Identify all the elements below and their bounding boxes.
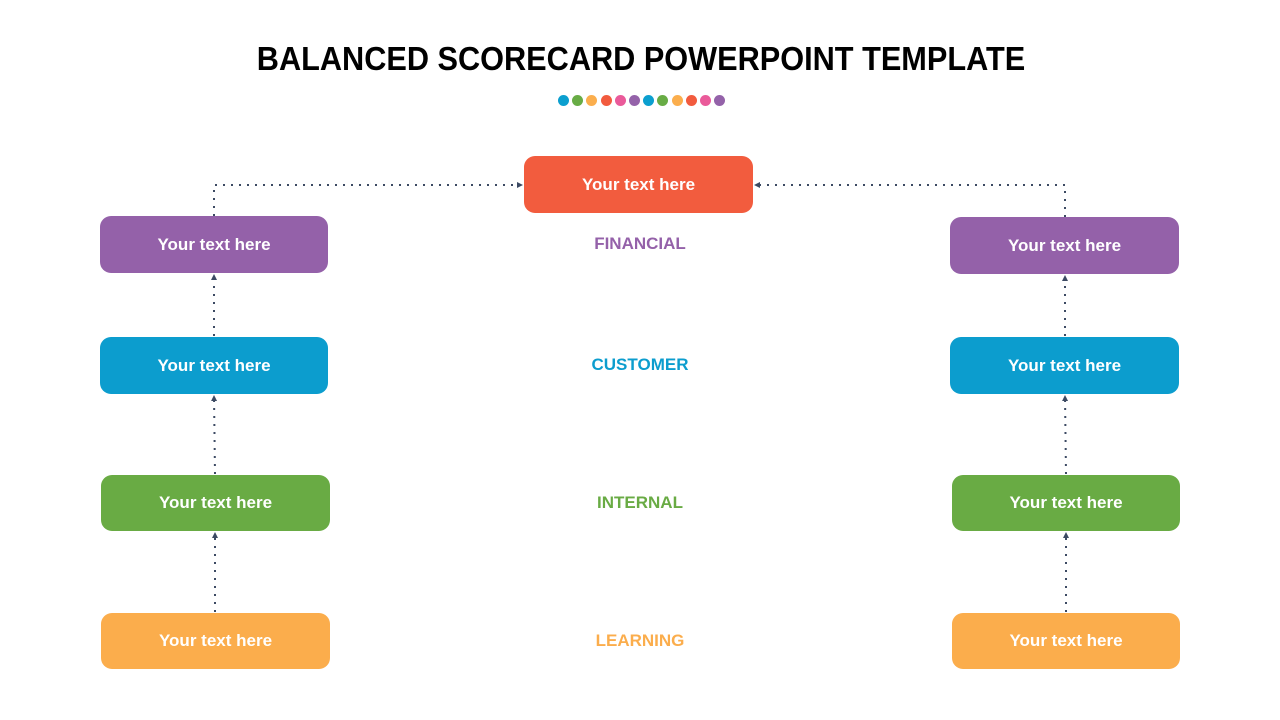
decorative-dot [600,95,612,106]
customer-right-box[interactable]: Your text here [950,337,1179,394]
decorative-dot [714,95,726,106]
decorative-dot [586,95,598,106]
decorative-dot [614,95,626,106]
internal-left-box[interactable]: Your text here [101,475,330,531]
customer-left-box[interactable]: Your text here [100,337,328,394]
decorative-dot [572,95,584,106]
decorative-dot [628,95,640,106]
decorative-dot [643,95,655,106]
top-box[interactable]: Your text here [524,156,753,213]
learning-right-box[interactable]: Your text here [952,613,1180,669]
financial-right-box[interactable]: Your text here [950,217,1179,274]
internal-label: INTERNAL [597,493,683,512]
connector-financial-right-to-top [754,182,1066,217]
connector-internal-right-to-customer [1062,395,1069,475]
decorative-dot [699,95,711,106]
internal-right-box[interactable]: Your text here [952,475,1180,531]
decorative-dot [657,95,669,106]
decorative-dot [558,95,569,106]
page-title: BALANCED SCORECARD POWERPOINT TEMPLATE [256,40,1026,77]
connector-internal-left-to-customer [211,395,218,475]
financial-left-box[interactable]: Your text here [100,216,328,273]
decorative-dots [558,95,726,106]
connector-financial-left-to-top [213,182,523,216]
decorative-dot [685,95,697,106]
financial-label: FINANCIAL [594,234,686,253]
learning-label: LEARNING [595,631,685,650]
learning-left-box[interactable]: Your text here [101,613,330,669]
decorative-dot [671,95,683,106]
customer-label: CUSTOMER [591,355,689,374]
